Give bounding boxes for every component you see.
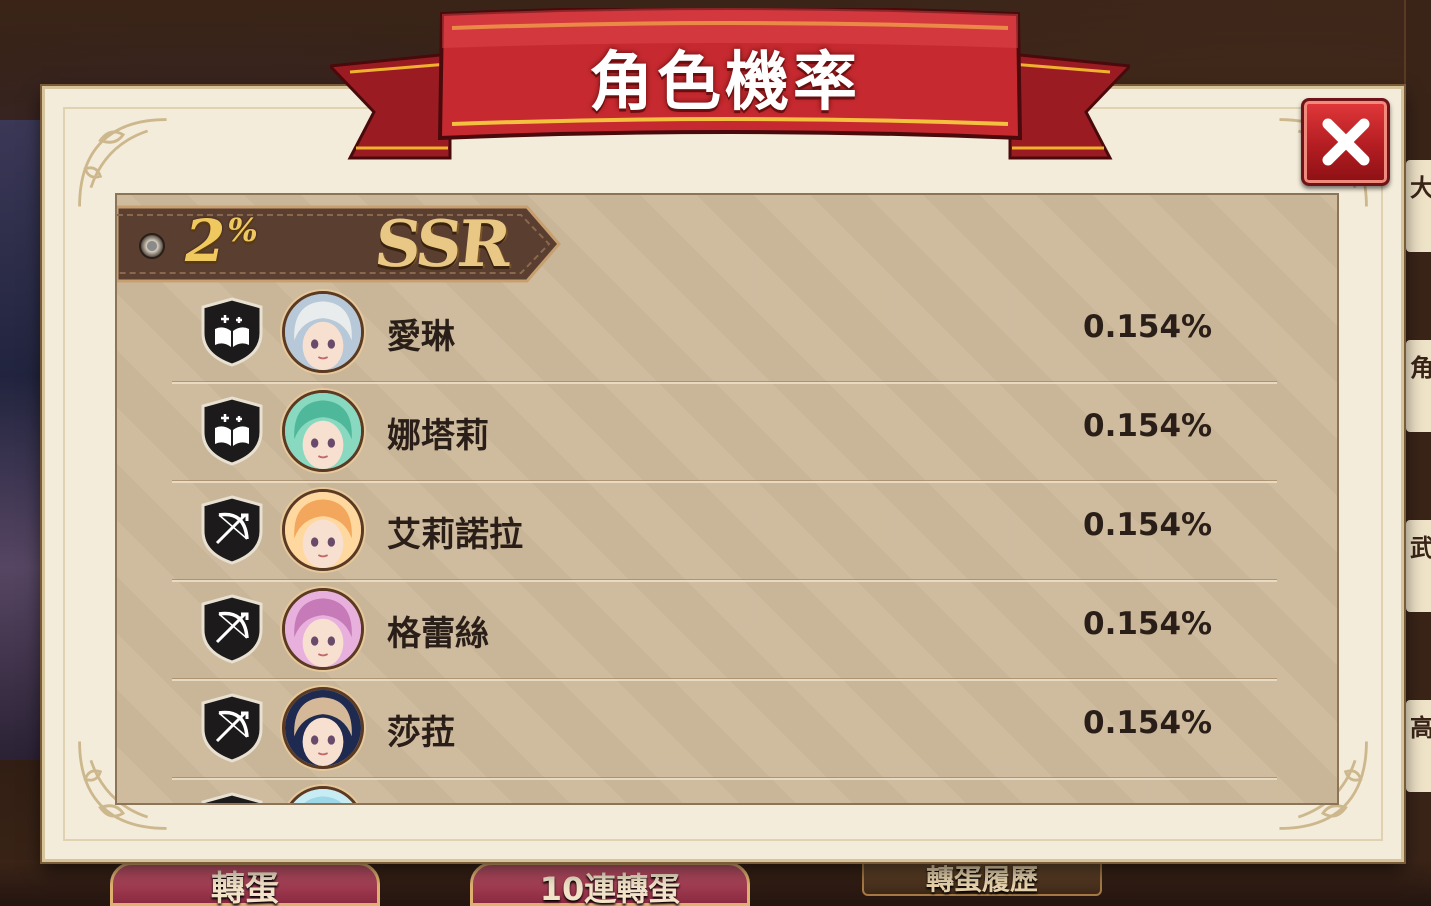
- character-portrait[interactable]: [282, 291, 364, 373]
- gacha-ten-button: 10連轉蛋: [470, 862, 750, 906]
- archer-bow-icon: [201, 495, 263, 565]
- tier-rate: 2%: [185, 207, 258, 275]
- character-row[interactable]: 艾莉諾拉 0.154%: [117, 483, 1337, 582]
- background-side-tab: 高級: [1406, 700, 1431, 792]
- character-rate: 0.154%: [1083, 606, 1213, 642]
- close-button[interactable]: [1301, 98, 1390, 186]
- mage-book-icon: [201, 792, 263, 803]
- character-name: 格蕾絲: [387, 614, 489, 654]
- character-rate: 0.154%: [1083, 507, 1213, 543]
- gacha-single-button: 轉蛋: [110, 862, 380, 906]
- character-rate: 0.154%: [1083, 705, 1213, 741]
- character-name: 莎菈: [387, 713, 455, 753]
- character-portrait[interactable]: [282, 687, 364, 769]
- character-portrait[interactable]: [282, 489, 364, 571]
- character-name: 娜塔莉: [387, 416, 489, 456]
- archer-bow-icon: [201, 594, 263, 664]
- character-name: 艾莉諾拉: [387, 515, 523, 555]
- character-name: 愛琳: [387, 317, 455, 357]
- character-row[interactable]: 莎菈 0.154%: [117, 681, 1337, 780]
- background-side-tab: 武器: [1406, 520, 1431, 612]
- character-rate: 0.154%: [1083, 309, 1213, 345]
- character-row[interactable]: 愛琳 0.154%: [117, 285, 1337, 384]
- character-list[interactable]: 2% SSR 愛琳 0.154% 娜塔莉 0.154% 艾莉諾拉 0.154% 格蕾絲…: [115, 193, 1339, 805]
- character-portrait[interactable]: [282, 588, 364, 670]
- tier-banner: 2% SSR: [117, 203, 562, 285]
- character-row[interactable]: 格蕾絲 0.154%: [117, 582, 1337, 681]
- character-portrait[interactable]: [282, 786, 364, 803]
- character-rate: 0.154%: [1083, 408, 1213, 444]
- tier-bullet-icon: [139, 233, 165, 259]
- mage-book-icon: [201, 396, 263, 466]
- tier-rank-label: SSR: [371, 207, 512, 282]
- character-rows: 愛琳 0.154% 娜塔莉 0.154% 艾莉諾拉 0.154% 格蕾絲 0.154% …: [117, 285, 1337, 803]
- close-icon: [1322, 118, 1369, 166]
- character-row[interactable]: [117, 780, 1337, 803]
- archer-bow-icon: [201, 693, 263, 763]
- background-side-tab: 大: [1406, 160, 1431, 252]
- dialog-title: 角色機率: [589, 46, 861, 120]
- gacha-history-button: 轉蛋履歷: [862, 860, 1102, 896]
- character-row[interactable]: 娜塔莉 0.154%: [117, 384, 1337, 483]
- mage-book-icon: [201, 297, 263, 367]
- character-portrait[interactable]: [282, 390, 364, 472]
- background-side-tab: 角色: [1406, 340, 1431, 432]
